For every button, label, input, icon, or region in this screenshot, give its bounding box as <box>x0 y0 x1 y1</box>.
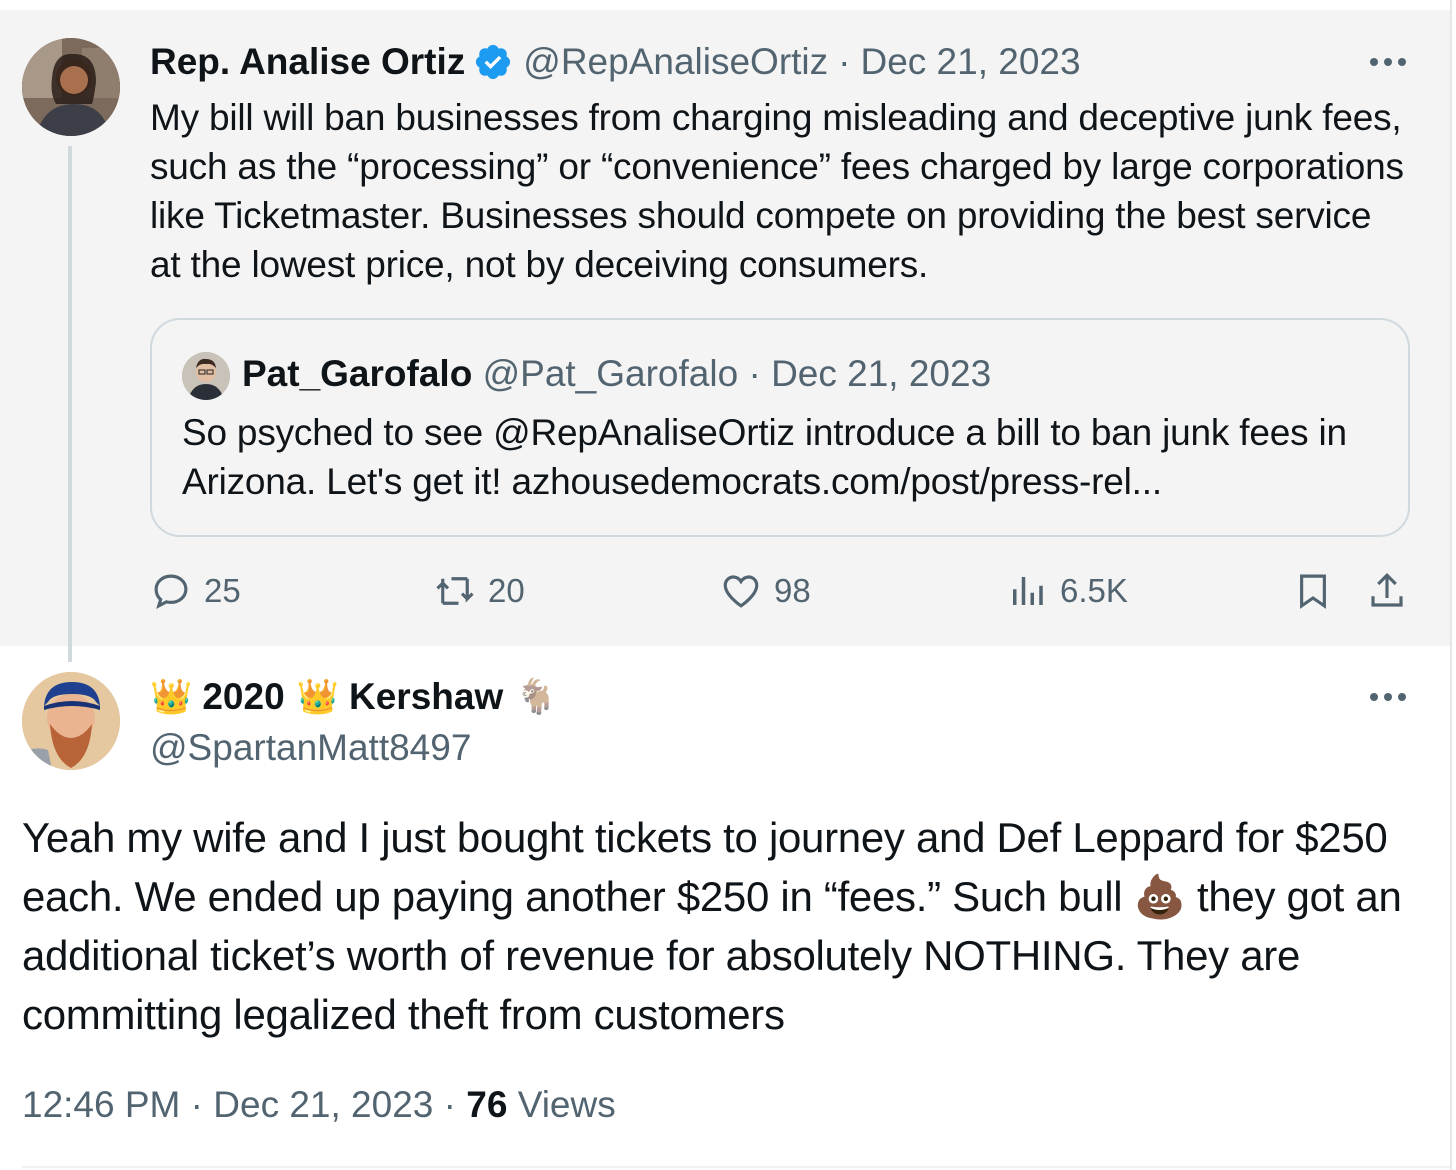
crown-icon: 👑 <box>150 677 193 717</box>
reply-views-count: 76 <box>466 1084 508 1125</box>
verified-badge-icon <box>476 44 511 80</box>
thread-line <box>68 146 72 662</box>
parent-tweet-date[interactable]: Dec 21, 2023 <box>860 38 1080 86</box>
parent-tweet-header: Rep. Analise Ortiz @RepAnaliseOrtiz · De… <box>150 38 1081 86</box>
quoted-author-name: Pat_Garofalo <box>242 353 473 394</box>
reply-author-handle[interactable]: @SpartanMatt8497 <box>150 724 471 772</box>
like-button[interactable]: 98 <box>720 570 811 612</box>
meta-separator: · <box>190 1084 214 1125</box>
quoted-author-avatar <box>182 352 230 400</box>
bookmark-icon <box>1300 574 1326 609</box>
reply-tweet-meta: 12:46 PM · Dec 21, 2023 · 76 Views <box>22 1080 616 1130</box>
goat-icon: 🐐 <box>515 677 558 717</box>
share-button[interactable] <box>1366 570 1420 612</box>
parent-author-handle[interactable]: @RepAnaliseOrtiz <box>523 38 828 86</box>
views-icon <box>1013 577 1043 605</box>
reply-button[interactable]: 25 <box>150 570 241 612</box>
divider <box>22 1166 1450 1168</box>
parent-author-name[interactable]: Rep. Analise Ortiz <box>150 38 465 86</box>
crown-icon: 👑 <box>296 677 339 717</box>
divider <box>1450 0 1452 1170</box>
views-button[interactable]: 6.5K <box>1006 570 1128 612</box>
reply-count: 25 <box>204 572 241 609</box>
quoted-header-separator: · <box>748 353 761 394</box>
quoted-tweet-text: So psyched to see @RepAnaliseOrtiz intro… <box>182 412 1347 502</box>
reply-tweet-date[interactable]: Dec 21, 2023 <box>213 1084 433 1125</box>
reply-tweet-time[interactable]: 12:46 PM <box>22 1084 180 1125</box>
reply-tweet-text: Yeah my wife and I just bought tickets t… <box>22 814 1402 1038</box>
parent-author-avatar[interactable] <box>22 38 120 136</box>
header-separator: · <box>838 41 851 82</box>
reply-icon <box>154 574 188 610</box>
share-icon <box>1371 573 1403 607</box>
retweet-count: 20 <box>488 572 525 609</box>
quoted-tweet-header: Pat_Garofalo @Pat_Garofalo · Dec 21, 202… <box>242 350 991 398</box>
quoted-tweet-date: Dec 21, 2023 <box>771 353 992 394</box>
more-icon[interactable] <box>1370 693 1406 701</box>
reply-views-label: Views <box>517 1084 616 1125</box>
reply-tweet-header: 👑 2020 👑 Kershaw 🐐 <box>150 673 568 721</box>
like-icon <box>723 575 759 608</box>
like-count: 98 <box>774 572 811 609</box>
reply-author-name-part2[interactable]: Kershaw <box>349 673 503 721</box>
retweet-button[interactable]: 20 <box>434 570 525 612</box>
more-icon[interactable] <box>1370 58 1406 66</box>
tweet-thread: Rep. Analise Ortiz @RepAnaliseOrtiz · De… <box>0 0 1456 1170</box>
bookmark-button[interactable] <box>1292 570 1346 612</box>
reply-author-avatar[interactable] <box>22 672 120 770</box>
views-count: 6.5K <box>1060 572 1128 609</box>
retweet-icon <box>436 577 474 605</box>
quoted-tweet-card[interactable]: Pat_Garofalo @Pat_Garofalo · Dec 21, 202… <box>150 318 1410 537</box>
reply-author-name-part1[interactable]: 2020 <box>202 673 284 721</box>
quoted-author-handle: @Pat_Garofalo <box>482 353 739 394</box>
meta-separator: · <box>443 1084 467 1125</box>
parent-tweet-text: My bill will ban businesses from chargin… <box>150 97 1404 285</box>
